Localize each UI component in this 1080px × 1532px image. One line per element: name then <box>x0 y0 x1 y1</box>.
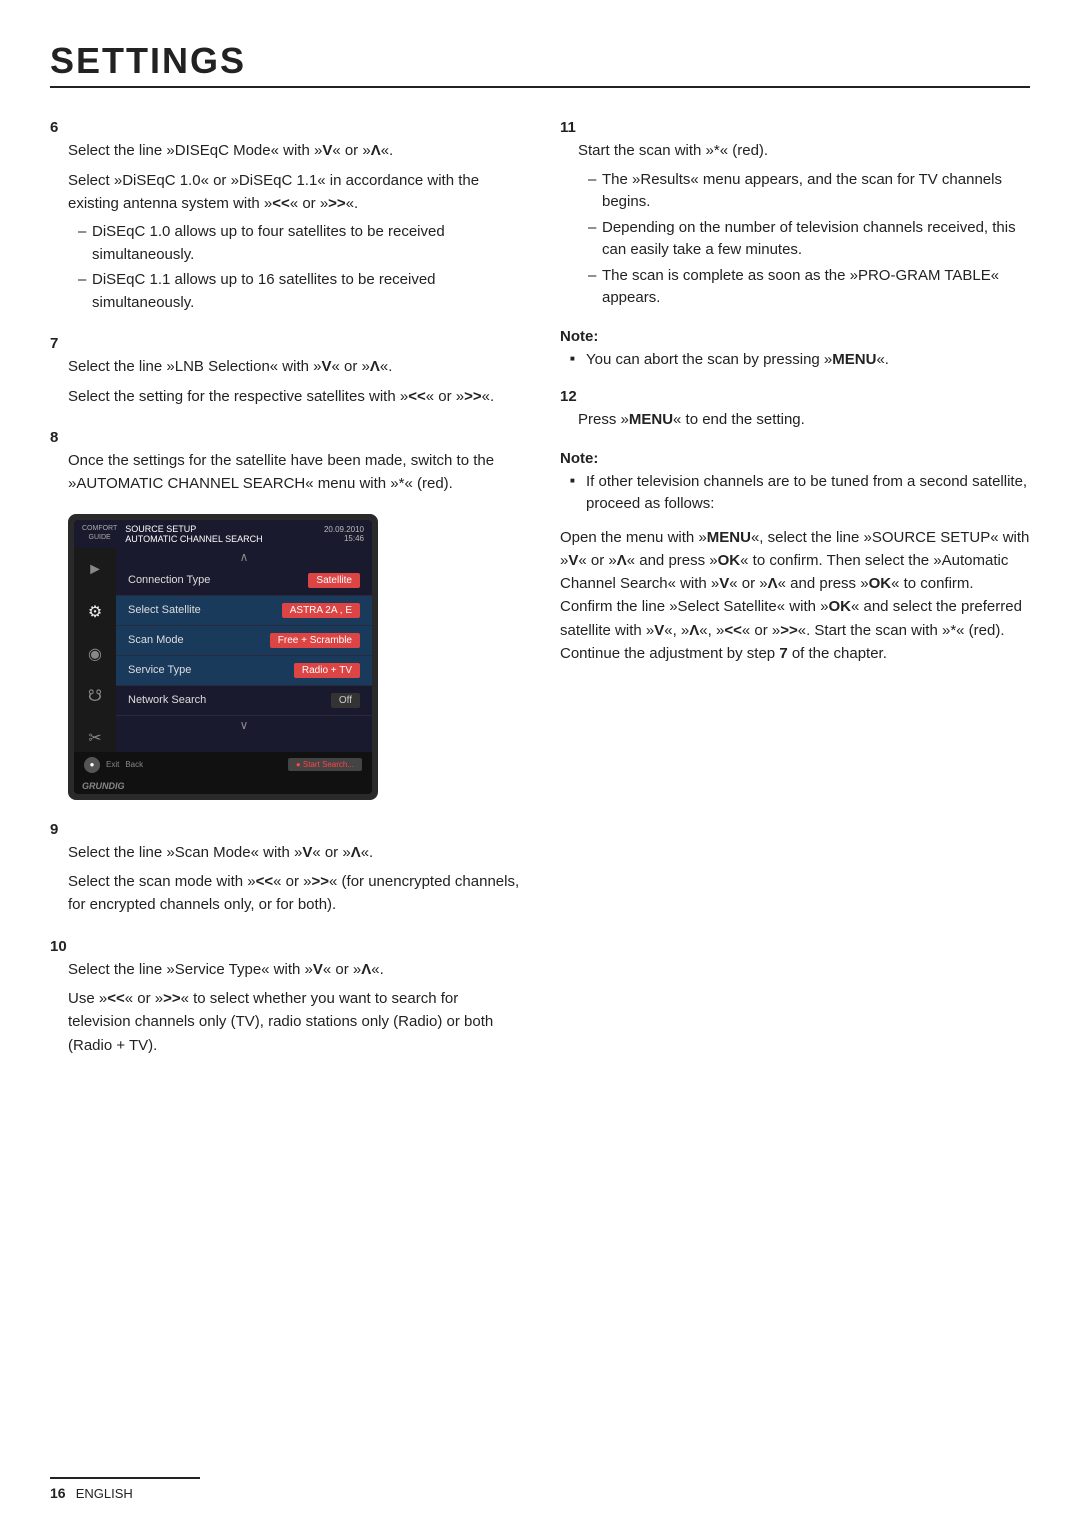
step-6: 6 Select the line »DISEqC Mode« with »V«… <box>50 116 520 314</box>
step-7-p1: Select the line »LNB Selection« with »V«… <box>68 355 520 378</box>
page-number: 16 <box>50 1485 66 1501</box>
step-6-p2: Select »DiSEqC 1.0« or »DiSEqC 1.1« in a… <box>68 169 520 216</box>
step-11-num: 11 <box>560 119 576 136</box>
tv-datetime: 20.09.2010 15:46 <box>324 525 364 543</box>
step-7: 7 Select the line »LNB Selection« with »… <box>50 332 520 408</box>
step-11-bullet-1: The »Results« menu appears, and the scan… <box>588 169 1030 214</box>
step-7-num: 7 <box>50 335 58 352</box>
step-9-content: Select the line »Scan Mode« with »V« or … <box>68 841 520 917</box>
step-9-p2: Select the scan mode with »<<« or »>>« (… <box>68 870 520 917</box>
note-1-label: Note: <box>560 328 1030 345</box>
tv-main-area: ► ⚙ ◉ ☋ ✂ ∧ Connection Type <box>74 548 372 752</box>
tv-circle-btn: ● <box>84 757 100 773</box>
step-11-p1: Start the scan with »*« (red). <box>578 139 1030 162</box>
page-title: SETTINGS <box>50 40 1030 88</box>
step-6-p1: Select the line »DISEqC Mode« with »V« o… <box>68 139 520 162</box>
tv-icon-scissors: ✂ <box>81 724 109 752</box>
step-11-bullet-2: Depending on the number of television ch… <box>588 217 1030 262</box>
tv-connection-type-value: Satellite <box>308 573 360 588</box>
tv-icon-play: ► <box>81 556 109 584</box>
tv-screen-mockup: COMFORTGUIDE SOURCE SETUP AUTOMATIC CHAN… <box>68 514 378 800</box>
source-setup-label: SOURCE SETUP <box>125 524 324 534</box>
tv-scan-mode-label: Scan Mode <box>128 634 184 646</box>
step-10-num: 10 <box>50 938 67 955</box>
step-6-bullet-1: DiSEqC 1.0 allows up to four satellites … <box>78 221 520 266</box>
tv-network-search-label: Network Search <box>128 694 206 706</box>
right-column: 11 Start the scan with »*« (red). The »R… <box>560 116 1030 1075</box>
tv-time: 15:46 <box>324 534 364 543</box>
tv-scroll-up-indicator: ∧ <box>116 548 372 566</box>
tv-menu: ∧ Connection Type Satellite Select Satel… <box>116 548 372 752</box>
tv-exit-label: Exit <box>106 760 119 769</box>
note-1-item-1: You can abort the scan by pressing »MENU… <box>570 349 1030 372</box>
grundig-logo: GRUNDIG <box>74 778 372 794</box>
step-12-content: Press »MENU« to end the setting. <box>578 408 1030 431</box>
tv-bottom-bar: ● Exit Back ● Start Search... <box>74 752 372 778</box>
tv-header-content: SOURCE SETUP AUTOMATIC CHANNEL SEARCH <box>125 524 324 544</box>
tv-row-select-satellite: Select Satellite ASTRA 2A , E <box>116 596 372 626</box>
tv-icon-eye: ◉ <box>81 640 109 668</box>
tv-icon-headphone: ☋ <box>81 682 109 710</box>
step-8-content: Once the settings for the satellite have… <box>68 449 520 496</box>
step-10: 10 Select the line »Service Type« with »… <box>50 935 520 1057</box>
tv-back-label: Back <box>125 760 143 769</box>
step-12-p1: Press »MENU« to end the setting. <box>578 408 1030 431</box>
tv-inner-screen: COMFORTGUIDE SOURCE SETUP AUTOMATIC CHAN… <box>74 520 372 794</box>
step-9-p1: Select the line »Scan Mode« with »V« or … <box>68 841 520 864</box>
step-10-p1: Select the line »Service Type« with »V« … <box>68 958 520 981</box>
tv-row-scan-mode: Scan Mode Free + Scramble <box>116 626 372 656</box>
step-8-num: 8 <box>50 429 58 446</box>
tv-scan-mode-value: Free + Scramble <box>270 633 360 648</box>
tv-date: 20.09.2010 <box>324 525 364 534</box>
tv-service-type-label: Service Type <box>128 664 191 676</box>
step-6-num: 6 <box>50 119 58 136</box>
step-6-bullet-2: DiSEqC 1.1 allows up to 16 satellites to… <box>78 269 520 314</box>
tv-connection-type-label: Connection Type <box>128 574 210 586</box>
left-column: 6 Select the line »DISEqC Mode« with »V«… <box>50 116 520 1075</box>
tv-service-type-value: Radio + TV <box>294 663 360 678</box>
tv-sidebar: ► ⚙ ◉ ☋ ✂ <box>74 548 116 752</box>
step-7-p2: Select the setting for the respective sa… <box>68 385 520 408</box>
step-11-content: Start the scan with »*« (red). The »Resu… <box>578 139 1030 309</box>
note-2-label: Note: <box>560 450 1030 467</box>
tv-row-service-type: Service Type Radio + TV <box>116 656 372 686</box>
step-11: 11 Start the scan with »*« (red). The »R… <box>560 116 1030 310</box>
note-2-content: If other television channels are to be t… <box>570 471 1030 516</box>
tv-select-satellite-value: ASTRA 2A , E <box>282 603 360 618</box>
tv-row-connection-type: Connection Type Satellite <box>116 566 372 596</box>
tv-network-search-value: Off <box>331 693 360 708</box>
page-footer: 16 ENGLISH <box>50 1477 200 1502</box>
step-10-content: Select the line »Service Type« with »V« … <box>68 958 520 1057</box>
tv-top-bar: COMFORTGUIDE SOURCE SETUP AUTOMATIC CHAN… <box>74 520 372 548</box>
tv-outer-frame: COMFORTGUIDE SOURCE SETUP AUTOMATIC CHAN… <box>68 514 378 800</box>
step-12: 12 Press »MENU« to end the setting. <box>560 385 1030 432</box>
channel-search-label: AUTOMATIC CHANNEL SEARCH <box>125 534 324 544</box>
tv-bottom-left-controls: ● Exit Back <box>84 757 143 773</box>
step-11-bullets: The »Results« menu appears, and the scan… <box>588 169 1030 310</box>
tv-icon-settings: ⚙ <box>81 598 109 626</box>
page-language: ENGLISH <box>76 1486 133 1501</box>
step-6-content: Select the line »DISEqC Mode« with »V« o… <box>68 139 520 314</box>
note-1-content: You can abort the scan by pressing »MENU… <box>570 349 1030 372</box>
tv-row-network-search: Network Search Off <box>116 686 372 716</box>
step-10-p2: Use »<<« or »>>« to select whether you w… <box>68 987 520 1057</box>
note-2-item-1: If other television channels are to be t… <box>570 471 1030 516</box>
step-7-content: Select the line »LNB Selection« with »V«… <box>68 355 520 408</box>
tv-select-satellite-label: Select Satellite <box>128 604 201 616</box>
note-2: Note: If other television channels are t… <box>560 450 1030 666</box>
note-1: Note: You can abort the scan by pressing… <box>560 328 1030 372</box>
comfort-guide-label: COMFORTGUIDE <box>82 525 117 542</box>
tv-start-search-label: ● Start Search... <box>288 758 362 771</box>
step-8: 8 Once the settings for the satellite ha… <box>50 426 520 496</box>
step-9: 9 Select the line »Scan Mode« with »V« o… <box>50 818 520 917</box>
step-11-bullet-3: The scan is complete as soon as the »PRO… <box>588 265 1030 310</box>
step-12-num: 12 <box>560 388 577 405</box>
step-6-bullets: DiSEqC 1.0 allows up to four satellites … <box>78 221 520 314</box>
step-8-p1: Once the settings for the satellite have… <box>68 449 520 496</box>
tv-scroll-down-indicator: ∨ <box>116 716 372 734</box>
note-2-paragraph: Open the menu with »MENU«, select the li… <box>560 526 1030 666</box>
step-9-num: 9 <box>50 821 58 838</box>
